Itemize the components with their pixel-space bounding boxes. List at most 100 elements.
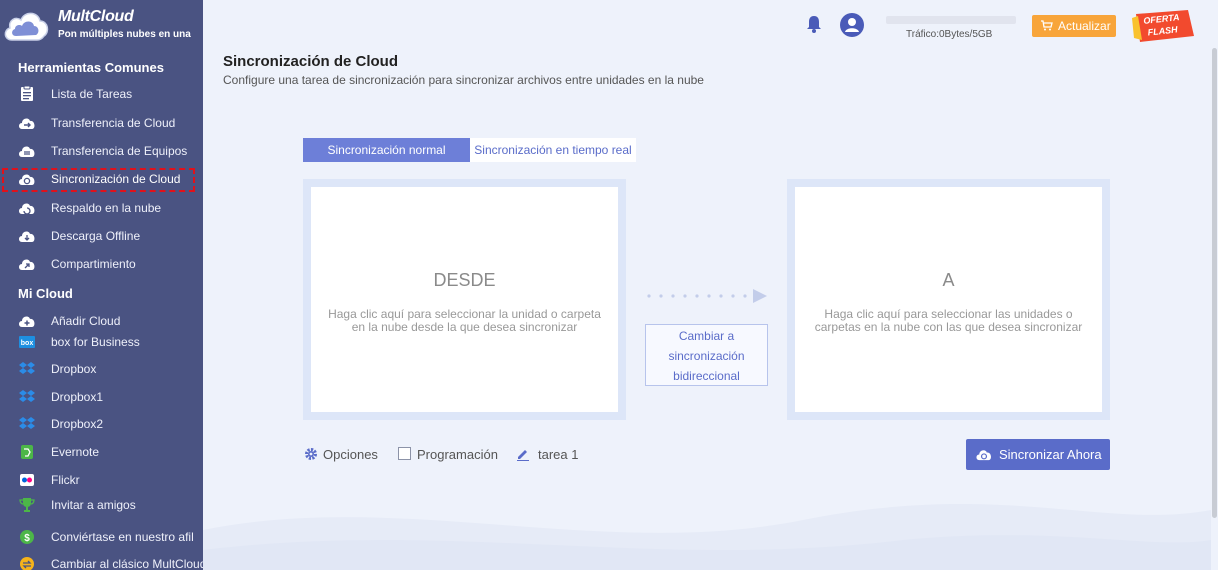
sidebar-item-label: Descarga Offline <box>51 229 141 243</box>
source-selector-panel[interactable]: DESDE Haga clic aquí para seleccionar la… <box>311 187 618 412</box>
sidebar-item-box-business[interactable]: box box for Business <box>0 331 203 353</box>
add-cloud-icon <box>19 316 35 327</box>
pencil-icon <box>517 450 529 461</box>
user-avatar[interactable] <box>840 13 864 37</box>
sidebar-item-invite-friends[interactable]: Invitar a amigos <box>0 494 203 516</box>
my-cloud-title: Mi Cloud <box>18 286 73 301</box>
user-icon <box>845 18 859 32</box>
vertical-scrollbar[interactable] <box>1212 48 1217 518</box>
sidebar-item-classic[interactable]: Cambiar al clásico MultCloud <box>0 553 203 570</box>
bidi-line1: Cambiar a <box>678 329 735 343</box>
destination-description: Haga clic aquí para seleccionar las unid… <box>814 307 1083 334</box>
sidebar-item-team-transfer[interactable]: Transferencia de Equipos <box>0 140 203 162</box>
source-selector[interactable]: DESDE Haga clic aquí para seleccionar la… <box>303 179 626 420</box>
sidebar-item-cloud-transfer[interactable]: Transferencia de Cloud <box>0 112 203 134</box>
sync-direction-arrow-icon <box>647 289 767 303</box>
share-icon <box>19 259 35 270</box>
sidebar-item-dropbox1[interactable]: Dropbox1 <box>0 386 203 408</box>
box-icon: box <box>19 336 35 348</box>
sidebar-item-dropbox2[interactable]: Dropbox2 <box>0 413 203 435</box>
sidebar-item-label: Dropbox <box>51 362 97 376</box>
cart-icon <box>1041 20 1053 31</box>
notification-bell-icon[interactable] <box>805 14 823 34</box>
sidebar-item-label: Transferencia de Equipos <box>51 144 188 158</box>
sync-now-button[interactable]: Sincronizar Ahora <box>966 439 1110 470</box>
dropbox-icon <box>19 390 35 402</box>
sidebar-item-label: Transferencia de Cloud <box>51 116 176 130</box>
dropbox-icon <box>19 417 35 429</box>
page-subtitle: Configure una tarea de sincronización pa… <box>223 73 704 87</box>
gear-icon <box>305 448 317 460</box>
destination-selector[interactable]: A Haga clic aquí para seleccionar las un… <box>787 179 1110 420</box>
sidebar-item-evernote[interactable]: Evernote <box>0 441 203 463</box>
sidebar-item-label: Cambiar al clásico MultCloud <box>51 557 203 570</box>
schedule-checkbox[interactable] <box>398 447 411 460</box>
sidebar-item-label: Evernote <box>51 445 100 459</box>
brand-name: MultCloud <box>58 8 134 25</box>
bidi-line2: sincronización <box>668 349 745 363</box>
top-bar: Tráfico:0Bytes/5GB Actualizar OFERTA FLA… <box>203 0 1218 52</box>
task-name-editor[interactable]: tarea 1 <box>516 446 580 464</box>
schedule-toggle[interactable]: Programación <box>398 446 500 464</box>
sidebar-item-label: Dropbox2 <box>51 417 104 431</box>
sidebar-item-add-cloud[interactable]: Añadir Cloud <box>0 310 203 332</box>
page-title: Sincronización de Cloud <box>223 53 399 70</box>
trophy-icon <box>19 498 35 512</box>
sidebar-item-label: Dropbox1 <box>51 390 104 404</box>
flickr-icon <box>20 474 34 486</box>
sidebar-item-label: Flickr <box>51 473 80 487</box>
svg-text:$: $ <box>24 533 30 544</box>
sidebar-item-label: Lista de Tareas <box>51 87 133 101</box>
bidi-line3: bidireccional <box>673 369 740 383</box>
brand-tagline: Pon múltiples nubes en una <box>58 29 191 40</box>
common-tools-title: Herramientas Comunes <box>18 60 164 75</box>
upgrade-label: Actualizar <box>1058 19 1111 33</box>
svg-text:box: box <box>21 340 34 347</box>
switch-bidirectional-button[interactable]: Cambiar a sincronización bidireccional <box>645 324 768 386</box>
sidebar-item-label: Compartimiento <box>51 257 136 271</box>
sidebar-item-share[interactable]: Compartimiento <box>0 253 203 275</box>
flash-offer-badge[interactable]: OFERTA FLASH <box>1130 10 1194 42</box>
destination-title: A <box>942 270 955 290</box>
cloud-backup-icon <box>19 203 35 215</box>
upgrade-button[interactable]: Actualizar <box>1032 15 1116 37</box>
cloud-sync-icon <box>19 174 35 185</box>
cloud-transfer-icon <box>19 118 35 129</box>
options-label: Opciones <box>323 447 378 462</box>
schedule-label: Programación <box>417 447 498 462</box>
options-button[interactable]: Opciones <box>304 446 384 464</box>
destination-selector-panel[interactable]: A Haga clic aquí para seleccionar las un… <box>795 187 1102 412</box>
sidebar-item-cloud-sync[interactable]: Sincronización de Cloud <box>2 168 195 192</box>
cloud-logo-icon <box>4 12 49 41</box>
sidebar-item-label: Añadir Cloud <box>51 314 121 328</box>
source-description: Haga clic aquí para seleccionar la unida… <box>328 307 601 334</box>
sidebar-item-label: Conviértase en nuestro afil <box>51 530 194 544</box>
background-wave <box>203 503 1211 570</box>
evernote-icon <box>21 445 33 459</box>
team-transfer-icon <box>19 146 35 157</box>
traffic-progress-bar <box>886 16 1016 24</box>
sidebar-item-label: Respaldo en la nube <box>51 201 162 215</box>
sidebar-item-dropbox[interactable]: Dropbox <box>0 358 203 380</box>
sidebar-item-flickr[interactable]: Flickr <box>0 469 203 491</box>
sidebar-item-label: Invitar a amigos <box>51 498 136 512</box>
sidebar-item-affiliate[interactable]: $ Conviértase en nuestro afil <box>0 526 203 548</box>
sync-now-label: Sincronizar Ahora <box>999 447 1102 462</box>
source-title: DESDE <box>433 270 496 290</box>
sidebar-item-label: box for Business <box>51 335 140 349</box>
sidebar-item-label: Sincronización de Cloud <box>51 172 181 186</box>
dollar-icon: $ <box>20 530 34 544</box>
sidebar-item-cloud-backup[interactable]: Respaldo en la nube <box>0 197 203 219</box>
multcloud-logo[interactable]: MultCloud Pon múltiples nubes en una <box>2 4 202 44</box>
dropbox-icon <box>19 362 35 374</box>
cloud-sync-icon <box>976 450 992 461</box>
traffic-label: Tráfico:0Bytes/5GB <box>906 29 993 40</box>
sidebar-item-task-list[interactable]: Lista de Tareas <box>0 83 203 105</box>
tab-realtime-sync[interactable]: Sincronización en tiempo real <box>470 138 636 162</box>
sidebar-item-offline-download[interactable]: Descarga Offline <box>0 225 203 247</box>
switch-icon <box>20 557 34 570</box>
tab-normal-sync[interactable]: Sincronización normal <box>303 138 470 162</box>
task-list-icon <box>21 86 33 101</box>
sidebar: MultCloud Pon múltiples nubes en una Her… <box>0 0 203 570</box>
offline-download-icon <box>19 231 35 242</box>
